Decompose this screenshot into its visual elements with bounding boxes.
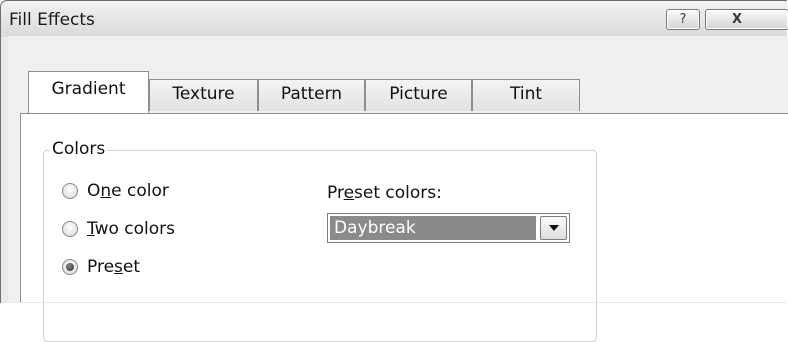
tab-picture[interactable]: Picture (365, 79, 472, 111)
tab-label: Picture (389, 84, 448, 104)
close-icon: X (732, 12, 743, 27)
tab-texture[interactable]: Texture (149, 79, 258, 111)
radio-preset[interactable]: Preset (62, 255, 140, 279)
radio-button[interactable] (62, 183, 78, 199)
tab-label: Pattern (280, 84, 343, 104)
radio-label: One color (87, 181, 169, 201)
radio-button-checked[interactable] (62, 259, 78, 275)
radio-button[interactable] (62, 221, 78, 237)
title-bar: Fill Effects ? X (1, 1, 788, 37)
preset-selected-value: Daybreak (330, 216, 536, 240)
colors-group-label: Colors (50, 139, 108, 159)
tab-tint[interactable]: Tint (472, 79, 580, 111)
window-title: Fill Effects (9, 10, 95, 30)
preset-colors-select[interactable]: Daybreak (327, 213, 570, 243)
radio-two-colors[interactable]: Two colors (62, 217, 175, 241)
tab-label: Texture (172, 84, 235, 104)
chevron-down-icon (548, 225, 559, 231)
tab-label: Tint (509, 84, 543, 104)
colors-group: Colors One color Two colors Preset Prese… (43, 139, 597, 342)
help-button[interactable]: ? (666, 9, 700, 30)
close-button[interactable]: X (705, 9, 788, 30)
tab-pattern[interactable]: Pattern (258, 79, 365, 111)
help-icon: ? (679, 12, 687, 27)
radio-label: Preset (87, 257, 141, 277)
radio-label: Two colors (87, 219, 176, 239)
gradient-tab-panel: Colors One color Two colors Preset Prese… (20, 113, 788, 342)
tab-label: Gradient (51, 79, 126, 99)
preset-colors-label: Preset colors: (327, 183, 442, 203)
radio-one-color[interactable]: One color (62, 179, 169, 203)
tab-gradient[interactable]: Gradient (28, 71, 149, 113)
dropdown-button[interactable] (540, 216, 567, 240)
